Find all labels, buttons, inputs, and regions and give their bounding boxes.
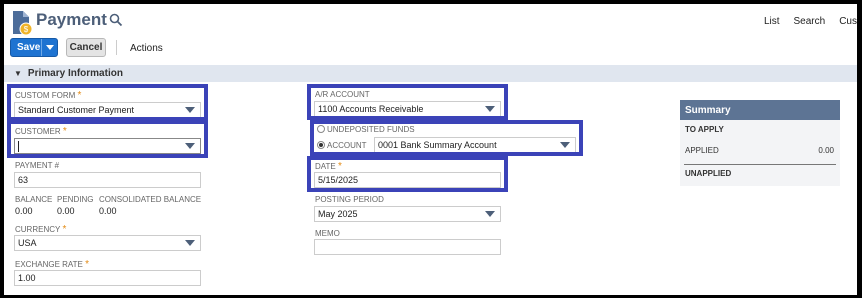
- posting-period-value: May 2025: [318, 209, 358, 219]
- posting-period-select[interactable]: May 2025: [314, 206, 501, 222]
- section-title: Primary Information: [27, 68, 123, 79]
- balance-label: BALANCE: [15, 195, 53, 204]
- summary-title: Summary: [680, 100, 840, 120]
- posting-period-label: POSTING PERIOD: [315, 195, 384, 204]
- primary-information-header[interactable]: ▼ Primary Information: [4, 65, 857, 82]
- payment-number-field[interactable]: 63: [14, 172, 201, 188]
- highlight-custom-form: [7, 84, 208, 121]
- list-link[interactable]: List: [764, 16, 780, 27]
- applied-label: APPLIED: [685, 146, 719, 155]
- memo-label: MEMO: [315, 229, 340, 238]
- dropdown-arrow-icon: [485, 211, 495, 217]
- consolidated-balance-value: 0.00: [99, 206, 117, 216]
- save-dropdown-caret[interactable]: [41, 39, 57, 56]
- customize-link[interactable]: Cus: [839, 16, 857, 27]
- required-marker: *: [62, 224, 67, 235]
- search-icon[interactable]: [109, 13, 123, 27]
- cancel-button[interactable]: Cancel: [66, 38, 106, 57]
- page-title: Payment: [36, 10, 107, 29]
- exchange-rate-label-text: EXCHANGE RATE: [15, 260, 83, 269]
- svg-text:$: $: [24, 25, 29, 34]
- to-apply-label: TO APPLY: [685, 125, 724, 134]
- balance-value: 0.00: [15, 206, 33, 216]
- exchange-rate-value: 1.00: [18, 273, 36, 283]
- toolbar-divider: [116, 40, 117, 55]
- applied-value: 0.00: [818, 146, 834, 155]
- payment-number-value: 63: [18, 175, 29, 185]
- chevron-down-icon: [45, 44, 54, 50]
- required-marker: *: [85, 259, 90, 270]
- currency-label: CURRENCY *: [15, 224, 66, 235]
- currency-label-text: CURRENCY: [15, 225, 61, 234]
- currency-value: USA: [18, 238, 37, 248]
- search-link[interactable]: Search: [794, 16, 826, 27]
- payment-record-icon: $: [13, 11, 33, 36]
- top-links: List Search Cus: [750, 16, 857, 27]
- highlight-account: [310, 120, 583, 156]
- save-label: Save: [17, 42, 41, 53]
- memo-field[interactable]: [314, 239, 501, 255]
- highlight-ar-account: [307, 84, 508, 120]
- payment-number-label: PAYMENT #: [15, 161, 60, 170]
- consolidated-balance-label: CONSOLIDATED BALANCE: [99, 195, 202, 204]
- payment-window: $ Payment List Search Cus Save Cancel Ac…: [4, 4, 857, 295]
- unapplied-label: UNAPPLIED: [685, 169, 732, 178]
- highlight-customer: [7, 120, 208, 158]
- summary-panel: Summary TO APPLY APPLIED 0.00 UNAPPLIED: [680, 100, 840, 186]
- dropdown-arrow-icon: [185, 240, 195, 246]
- pending-value: 0.00: [57, 206, 75, 216]
- highlight-date: [307, 156, 508, 192]
- actions-menu[interactable]: Actions: [130, 43, 163, 54]
- currency-select[interactable]: USA: [14, 235, 201, 251]
- collapse-triangle-icon: ▼: [14, 69, 22, 78]
- exchange-rate-label: EXCHANGE RATE *: [15, 259, 89, 270]
- summary-divider: [684, 164, 836, 165]
- save-button[interactable]: Save: [10, 38, 58, 57]
- exchange-rate-field[interactable]: 1.00: [14, 270, 201, 286]
- pending-label: PENDING: [57, 195, 94, 204]
